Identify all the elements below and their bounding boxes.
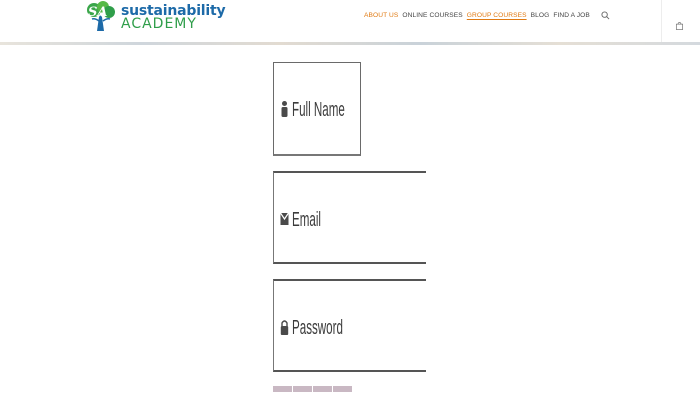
captcha-bar [333,386,352,392]
captcha-bar [273,386,292,392]
person-icon [281,101,288,117]
lock-icon [280,320,289,335]
site-header: SA sustainability ACADEMY ABOUT US ONLIN… [0,0,700,43]
shopping-bag-icon[interactable] [675,21,684,30]
header-divider [661,0,662,42]
svg-text:SA: SA [88,5,107,20]
logo[interactable]: SA sustainability ACADEMY [83,1,226,32]
full-name-field[interactable]: Full Name [273,62,361,156]
tree-logo-icon: SA [87,1,115,31]
password-field[interactable]: Password [273,279,426,372]
full-name-label: Full Name [292,99,345,121]
search-icon[interactable] [601,11,610,20]
captcha-strip [273,386,352,392]
captcha-bar [293,386,312,392]
nav-online-courses[interactable]: ONLINE COURSES [402,11,462,21]
captcha-bar [313,386,332,392]
nav-blog[interactable]: BLOG [531,11,550,21]
email-field[interactable]: Email [273,171,426,264]
logo-text-line2: ACADEMY [121,16,197,32]
nav-about-us[interactable]: ABOUT US [364,11,398,21]
nav-group-courses[interactable]: GROUP COURSES [467,11,527,21]
email-label: Email [292,209,322,231]
header-banner-strip [0,42,700,45]
password-label: Password [292,317,343,339]
envelope-icon [280,212,289,225]
main-nav: ABOUT US ONLINE COURSES GROUP COURSES BL… [364,11,590,21]
nav-find-a-job[interactable]: FIND A JOB [553,11,590,21]
